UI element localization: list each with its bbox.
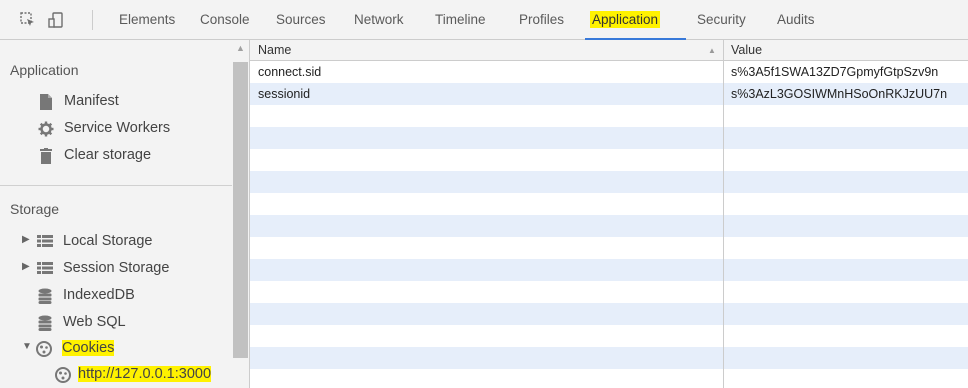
cookie-icon (55, 367, 71, 383)
sidebar-item-label: Session Storage (63, 260, 170, 276)
sidebar-item-label: http://127.0.0.1:3000 (78, 366, 212, 382)
tab-elements[interactable]: Elements (119, 0, 175, 40)
sidebar-item-label: Web SQL (63, 314, 126, 330)
toolbar-separator (92, 10, 93, 30)
table-row-stripe (250, 347, 968, 369)
trash-icon (40, 148, 56, 164)
sidebar-divider (0, 185, 232, 186)
tab-security[interactable]: Security (697, 0, 746, 40)
cookie-name-cell[interactable]: connect.sid (258, 65, 718, 79)
tab-profiles[interactable]: Profiles (519, 0, 564, 40)
tab-network[interactable]: Network (354, 0, 404, 40)
database-icon (38, 315, 54, 331)
cookie-value-cell[interactable]: s%3AzL3GOSIWMnHSoOnRKJzUU7n (731, 87, 968, 101)
table-row-stripe (250, 127, 968, 149)
table-row-stripe (250, 259, 968, 281)
cookie-icon (36, 341, 52, 357)
sidebar-item-label: Clear storage (64, 147, 152, 163)
sidebar-item-service-workers[interactable]: Service Workers (0, 116, 232, 142)
database-icon (38, 288, 54, 304)
sort-ascending-icon[interactable]: ▲ (708, 46, 716, 55)
sidebar-item-cookie-origin[interactable]: http://127.0.0.1:3000 (0, 362, 232, 388)
sidebar-item-clear-storage[interactable]: Clear storage (0, 143, 232, 169)
sidebar-item-label: IndexedDB (63, 287, 135, 303)
table-row[interactable]: sessionid s%3AzL3GOSIWMnHSoOnRKJzUU7n (250, 83, 968, 105)
scroll-up-icon[interactable]: ▲ (236, 43, 245, 53)
cookie-value-cell[interactable]: s%3A5f1SWA13ZD7GpmyfGtpSzv9n (731, 65, 968, 79)
sidebar-item-label: Cookies (62, 340, 115, 356)
tab-audits[interactable]: Audits (777, 0, 815, 40)
gear-icon (38, 121, 54, 137)
manifest-icon (39, 94, 55, 110)
sidebar-item-session-storage[interactable]: ▶ Session Storage (0, 256, 232, 282)
table-row-stripe (250, 215, 968, 237)
cookie-name-cell[interactable]: sessionid (258, 87, 718, 101)
device-mode-icon[interactable] (48, 12, 64, 28)
table-row-stripe (250, 303, 968, 325)
grid-icon (37, 234, 53, 250)
table-row[interactable]: connect.sid s%3A5f1SWA13ZD7GpmyfGtpSzv9n (250, 61, 968, 83)
sidebar-scrollbar-thumb[interactable] (233, 62, 248, 358)
column-header-value[interactable]: Value (731, 43, 762, 57)
sidebar-item-label: Manifest (64, 93, 119, 109)
sidebar-item-label: Local Storage (63, 233, 153, 249)
tab-application-label: Application (590, 11, 661, 28)
grid-icon (37, 261, 53, 277)
sidebar-item-manifest[interactable]: Manifest (0, 89, 232, 115)
sidebar-item-local-storage[interactable]: ▶ Local Storage (0, 229, 232, 255)
sidebar-item-label: Service Workers (64, 120, 171, 136)
section-title-application: Application (10, 62, 79, 78)
table-row-stripe (250, 171, 968, 193)
section-title-storage: Storage (10, 201, 60, 217)
sidebar-item-web-sql[interactable]: Web SQL (0, 310, 232, 336)
column-header-name[interactable]: Name (258, 43, 291, 57)
column-divider[interactable] (723, 40, 724, 388)
tab-timeline[interactable]: Timeline (435, 0, 486, 40)
sidebar-item-indexeddb[interactable]: IndexedDB (0, 283, 232, 309)
expand-arrow-icon[interactable]: ▶ (22, 234, 30, 245)
tab-application[interactable]: Application (590, 0, 661, 40)
sidebar-item-cookies[interactable]: ▼ Cookies (0, 336, 232, 362)
tab-sources[interactable]: Sources (276, 0, 326, 40)
table-header: Name ▲ Value (250, 40, 968, 61)
cookies-table: connect.sid s%3A5f1SWA13ZD7GpmyfGtpSzv9n… (250, 40, 968, 388)
expand-arrow-icon[interactable]: ▶ (22, 261, 30, 272)
inspect-element-icon[interactable] (20, 12, 36, 28)
collapse-arrow-icon[interactable]: ▼ (22, 341, 32, 352)
tab-console[interactable]: Console (200, 0, 250, 40)
devtools-toolbar: Elements Console Sources Network Timelin… (0, 0, 968, 40)
